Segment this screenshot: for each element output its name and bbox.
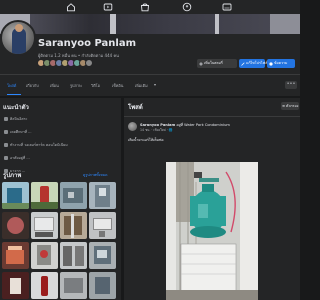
school-icon xyxy=(4,130,8,134)
add-story-label: เพิ่มในสตอรี่ xyxy=(204,61,223,65)
photo-thumbnail[interactable] xyxy=(31,272,58,299)
intro-row: เคยศึกษาที่ ... xyxy=(4,129,32,135)
post-text: เติมน้ำยาแอร์ให้เต็มท่อ xyxy=(128,138,164,142)
intro-row: อาศัยอยู่ที่ ... xyxy=(4,155,30,161)
video-icon[interactable] xyxy=(103,2,113,12)
filter-icon: ≡ xyxy=(282,104,286,108)
see-all-photos-link[interactable]: ดูรูปภาพทั้งหมด xyxy=(83,172,108,178)
photo-thumbnail[interactable] xyxy=(2,242,29,269)
briefcase-icon xyxy=(4,117,8,121)
photos-title: รูปภาพ xyxy=(3,172,22,179)
post-author-name[interactable]: Saranyoo Panlam xyxy=(140,123,175,127)
work-icon xyxy=(4,143,8,147)
marketplace-icon[interactable] xyxy=(140,2,150,12)
posts-header: โพสต์ xyxy=(128,104,143,111)
post-image[interactable] xyxy=(166,162,258,300)
message-button[interactable]: ข้อความ xyxy=(267,59,295,68)
tab-posts[interactable]: โพสต์ xyxy=(7,83,16,89)
tab-friends[interactable]: เพื่อน xyxy=(50,83,59,89)
posts-column: โพสต์ ≡ ตัวกรอง Saranyoo Panlam อยู่ที่ … xyxy=(124,98,300,300)
profile-avatar[interactable] xyxy=(0,20,36,56)
left-column: แนะนำตัว ศิลปินอิสระ เคยศึกษาที่ ... ทำง… xyxy=(0,98,121,300)
message-label: ข้อความ xyxy=(274,61,288,65)
photo-thumbnail[interactable] xyxy=(89,272,116,299)
photo-thumbnail[interactable] xyxy=(89,242,116,269)
plus-icon xyxy=(199,61,203,66)
photo-thumbnail[interactable] xyxy=(60,182,87,209)
post-card: Saranyoo Panlam อยู่ที่ Water Park Condo… xyxy=(124,116,300,300)
chevron-down-icon[interactable]: ▾ xyxy=(154,82,156,87)
photo-thumbnail[interactable] xyxy=(31,212,58,239)
photo-thumbnail[interactable] xyxy=(2,182,29,209)
home-location-icon xyxy=(4,156,8,160)
tab-more[interactable]: เพิ่มเติม xyxy=(135,83,148,89)
more-options-button[interactable]: ••• xyxy=(285,81,297,89)
photo-thumbnail[interactable] xyxy=(31,182,58,209)
tab-about[interactable]: เกี่ยวกับ xyxy=(26,83,39,89)
photo-thumbnail[interactable] xyxy=(89,212,116,239)
post-meta: 14 ชม. · เชียงใหม่ · 🌐 xyxy=(140,128,173,132)
messenger-icon xyxy=(269,61,273,66)
home-icon[interactable] xyxy=(66,2,76,12)
filter-button[interactable]: ≡ ตัวกรอง xyxy=(281,102,299,110)
photo-thumbnail[interactable] xyxy=(2,212,29,239)
edit-profile-button[interactable]: แก้ไขโปรไฟล์ xyxy=(239,59,268,68)
photo-thumbnail[interactable] xyxy=(60,272,87,299)
active-tab-indicator xyxy=(7,94,21,95)
post-author-avatar[interactable] xyxy=(128,122,137,131)
intro-row: ทำงานที่ วอเตอร์พาร์ค คอนโดมิเนียม xyxy=(4,142,68,148)
photo-thumbnail[interactable] xyxy=(60,212,87,239)
photo-thumbnail[interactable] xyxy=(2,272,29,299)
pencil-icon xyxy=(241,61,245,66)
filter-label: ตัวกรอง xyxy=(286,104,299,108)
intro-title: แนะนำตัว xyxy=(3,104,29,111)
profile-tabs: โพสต์ เกี่ยวกับ เพื่อน รูปภาพ วิดีโอ เช็… xyxy=(0,74,300,96)
edit-profile-label: แก้ไขโปรไฟล์ xyxy=(246,61,268,65)
intro-row: ศิลปินอิสระ xyxy=(4,116,27,122)
followers-line: ผู้ติดตาม 1.2 หมื่น คน • กำลังติดตาม 444… xyxy=(38,53,119,58)
gaming-icon[interactable] xyxy=(222,2,232,12)
post-author-suffix: อยู่ที่ Water Park Condominium xyxy=(176,123,230,127)
add-story-button[interactable]: เพิ่มในสตอรี่ xyxy=(197,59,237,68)
photo-thumbnail[interactable] xyxy=(31,242,58,269)
tab-checkins[interactable]: เช็คอิน xyxy=(112,83,123,89)
cover-photo[interactable] xyxy=(0,14,300,34)
tab-videos[interactable]: วิดีโอ xyxy=(91,83,100,89)
refrigerant-tank-photo xyxy=(166,162,258,300)
photo-thumbnail[interactable] xyxy=(89,182,116,209)
groups-icon[interactable] xyxy=(182,2,192,12)
top-navigation-bar xyxy=(0,0,300,14)
tab-photos[interactable]: รูปภาพ xyxy=(70,83,82,89)
profile-name: Saranyoo Panlam xyxy=(38,38,137,49)
photo-thumbnail[interactable] xyxy=(60,242,87,269)
